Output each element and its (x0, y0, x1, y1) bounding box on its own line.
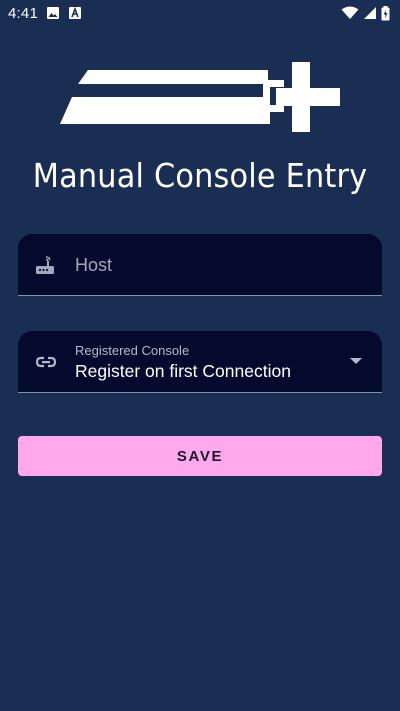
router-icon (34, 254, 56, 276)
signal-icon (363, 6, 377, 20)
a-notification-icon (68, 6, 82, 20)
status-bar: 4:41 (0, 0, 400, 26)
image-notification-icon (46, 6, 60, 20)
wifi-icon (341, 6, 359, 20)
save-button[interactable]: SAVE (18, 436, 382, 476)
status-time: 4:41 (8, 4, 38, 22)
status-left: 4:41 (8, 5, 82, 22)
battery-charging-icon (381, 5, 390, 21)
link-icon (34, 350, 58, 374)
registered-console-dropdown[interactable]: Registered Console Register on first Con… (18, 331, 382, 393)
page-title: Manual Console Entry (32, 156, 368, 195)
host-field[interactable]: Host (18, 234, 382, 296)
registered-console-value[interactable]: Register on first Connection (75, 361, 291, 382)
host-input[interactable]: Host (75, 255, 112, 276)
app-logo (58, 60, 342, 132)
status-right (341, 5, 390, 21)
dropdown-arrow-icon[interactable] (350, 358, 362, 364)
registered-console-label: Registered Console (75, 343, 190, 358)
